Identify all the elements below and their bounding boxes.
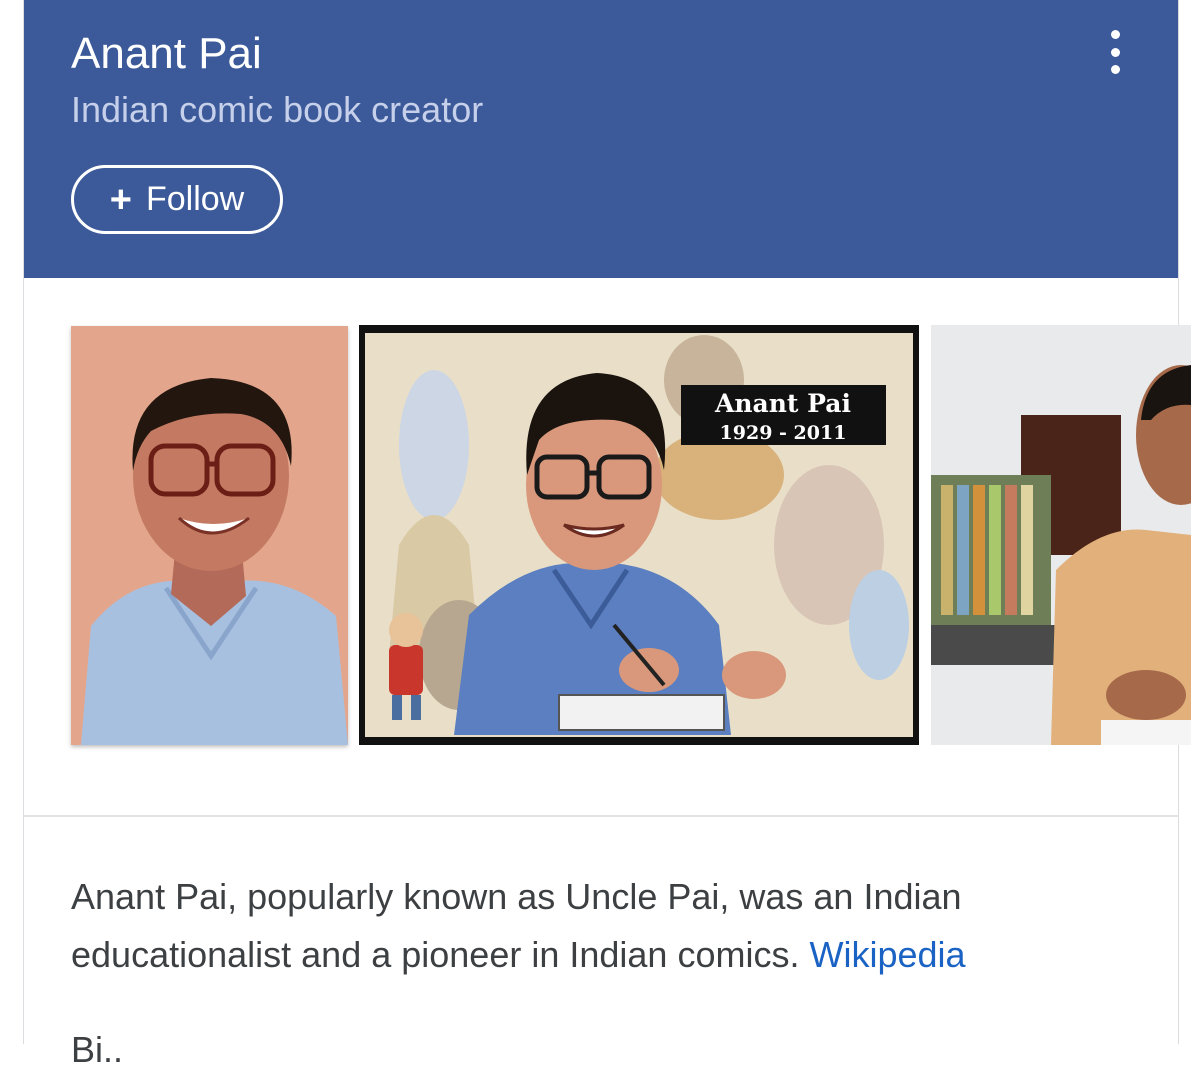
entity-subtitle: Indian comic book creator: [71, 89, 484, 130]
gallery-image-office[interactable]: [931, 325, 1191, 745]
page-title: Anant Pai: [71, 29, 262, 78]
comic-image: Anant Pai 1929 - 2011: [359, 325, 919, 745]
next-section-heading: Bi..: [71, 1029, 124, 1070]
more-vert-dot: [1110, 65, 1120, 74]
more-options-button[interactable]: [1098, 30, 1132, 74]
section-divider: [24, 815, 1178, 817]
entity-description: Anant Pai, popularly known as Uncle Pai,…: [71, 868, 1131, 984]
portrait-image: [71, 326, 348, 745]
comic-caption-name: Anant Pai: [714, 389, 851, 418]
knowledge-panel-card: Anant Pai Indian comic book creator + Fo…: [23, 0, 1191, 1070]
follow-label: Follow: [145, 180, 245, 218]
more-vert-dot: [1110, 47, 1120, 57]
comic-caption-years: 1929 - 2011: [720, 422, 847, 444]
gallery-image-comic[interactable]: Anant Pai 1929 - 2011: [359, 325, 919, 745]
more-vert-icon: [1110, 30, 1120, 39]
office-photo-image: [931, 325, 1191, 745]
plus-icon: +: [109, 178, 132, 221]
image-gallery[interactable]: Anant Pai 1929 - 2011: [24, 325, 1191, 747]
gallery-image-portrait[interactable]: [71, 326, 348, 745]
panel-header: Anant Pai Indian comic book creator + Fo…: [24, 0, 1178, 278]
follow-button[interactable]: + Follow: [71, 165, 283, 234]
wikipedia-link[interactable]: Wikipedia: [809, 934, 965, 975]
